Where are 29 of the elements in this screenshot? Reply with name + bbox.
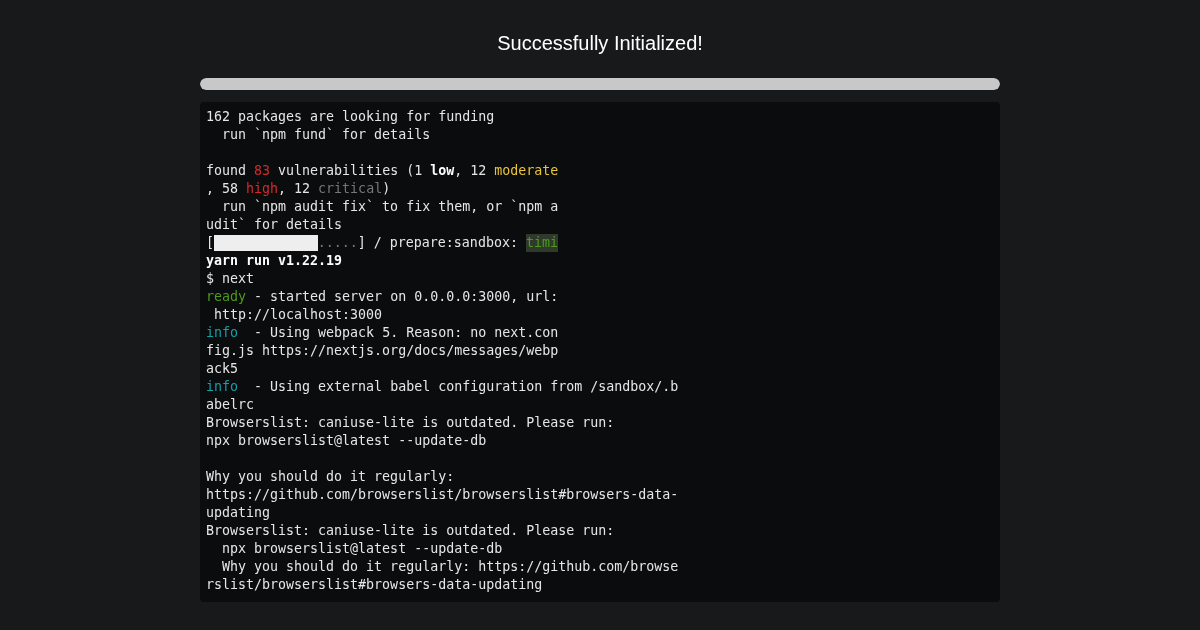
terminal-text: [	[206, 234, 214, 252]
terminal-line: udit` for details	[206, 216, 344, 234]
terminal-line: npx browserslist@latest --update-db	[206, 432, 488, 450]
terminal-line: Why you should do it regularly:	[206, 468, 456, 486]
terminal-text: ] / prepare:sandbox:	[357, 234, 519, 252]
terminal-line: info - Using external babel configuration from /sandbox/.b	[206, 378, 680, 396]
terminal-line: yarn run v1.22.19	[206, 252, 344, 270]
page-title: Successfully Initialized!	[497, 31, 703, 56]
terminal-line: $ next	[206, 270, 256, 288]
terminal-text: timi	[525, 234, 558, 252]
progress-gauge: .....	[214, 234, 358, 252]
terminal-line: 162 packages are looking for funding	[206, 108, 496, 126]
terminal-line: Browserslist: caniuse-lite is outdated. Please run:	[206, 414, 616, 432]
terminal-line: info - Using webpack 5. Reason: no next.con	[206, 324, 560, 342]
terminal-line: fig.js https://nextjs.org/docs/messages/webp	[206, 342, 560, 360]
terminal-line: run `npm fund` for details	[221, 126, 432, 144]
terminal-line: npx browserslist@latest --update-db	[221, 540, 504, 558]
terminal-line: ready - started server on 0.0.0.0:3000, url:	[206, 288, 560, 306]
terminal-line: Browserslist: caniuse-lite is outdated. Please run:	[206, 522, 616, 540]
terminal-line: run `npm audit fix` to fix them, or `npm a	[221, 198, 560, 216]
terminal-line: found 83 vulnerabilities (1 low, 12 moderate	[206, 162, 560, 180]
terminal-line: http://localhost:3000	[213, 306, 384, 324]
terminal-line: abelrc	[206, 396, 256, 414]
terminal-line: updating	[206, 504, 272, 522]
terminal-line: rslist/browserslist#browsers-data-updating	[206, 576, 544, 594]
terminal-line: ack5	[206, 360, 240, 378]
terminal-line: , 58 high, 12 critical)	[206, 180, 392, 198]
terminal-line: Why you should do it regularly: https://github.com/browse	[221, 558, 680, 576]
terminal-line: https://github.com/browserslist/browserslist#browsers-data-	[206, 486, 680, 504]
